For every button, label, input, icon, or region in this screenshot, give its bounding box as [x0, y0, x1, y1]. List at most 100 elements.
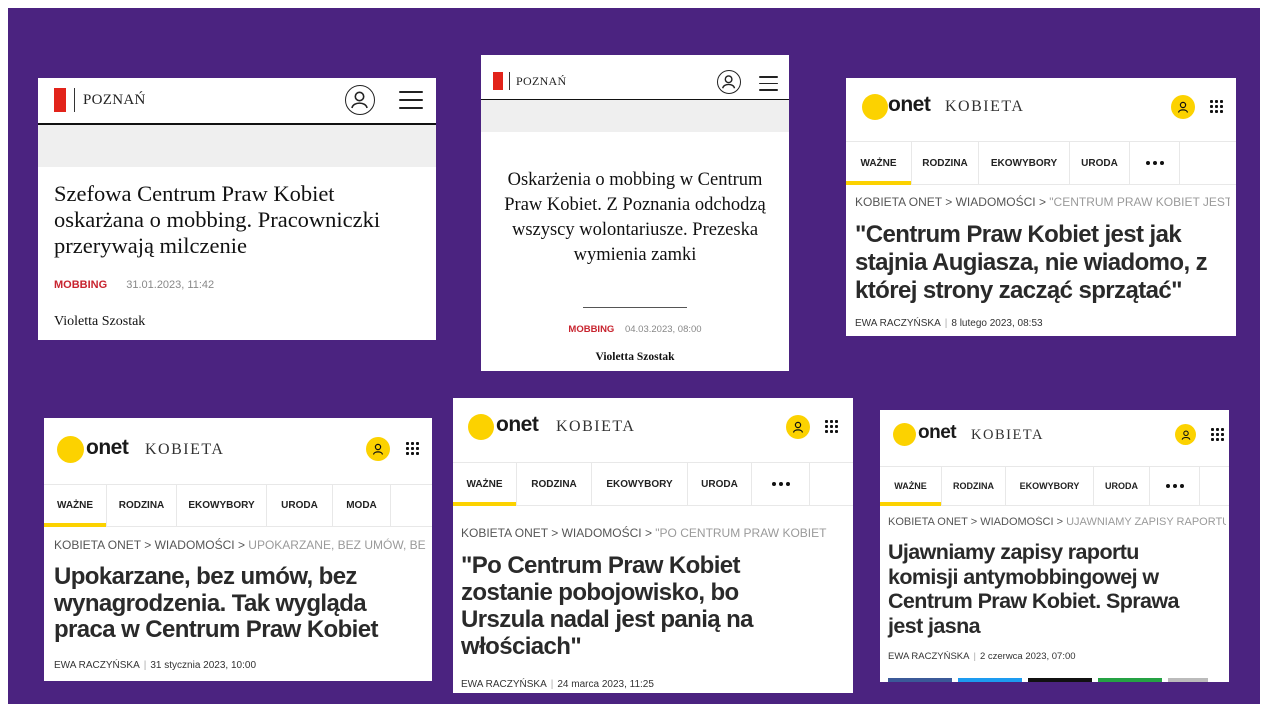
tab-ekowybory[interactable]: EKOWYBORY — [592, 463, 688, 505]
user-icon[interactable] — [1175, 424, 1196, 445]
author-name[interactable]: Violetta Szostak — [54, 314, 145, 330]
article-title[interactable]: Oskarżenia o mobbing w Centrum Praw Kobi… — [501, 168, 769, 268]
tab-rodzina[interactable]: RODZINA — [912, 142, 979, 184]
publish-date: 24 marca 2023, 11:25 — [557, 679, 654, 690]
poznan-logo[interactable]: POZNAŃ — [54, 88, 146, 112]
article-title[interactable]: "Po Centrum Praw Kobiet zostanie pobojow… — [461, 552, 796, 660]
tab-wazne[interactable]: WAŻNE — [44, 485, 107, 527]
section-name[interactable]: KOBIETA — [971, 427, 1044, 444]
tab-rodzina[interactable]: RODZINA — [517, 463, 592, 505]
article-meta: MOBBING 04.03.2023, 08:00 — [481, 324, 789, 335]
breadcrumb: KOBIETA ONET > WIADOMOŚCI > "PO CENTRUM … — [461, 526, 827, 540]
menu-icon[interactable] — [759, 76, 778, 91]
onet-logo-text[interactable]: onet — [918, 422, 957, 444]
section-name[interactable]: KOBIETA — [945, 98, 1024, 116]
user-circle-icon[interactable] — [345, 85, 375, 115]
author-name[interactable]: EWA RACZYŃSKA — [461, 679, 547, 690]
tab-ekowybory[interactable]: EKOWYBORY — [1006, 467, 1094, 505]
more-tabs-icon[interactable] — [752, 463, 810, 505]
site-header: onet KOBIETA — [880, 410, 1229, 466]
red-square-icon — [493, 72, 503, 90]
more-tabs-icon[interactable] — [1150, 467, 1200, 505]
user-icon[interactable] — [1171, 95, 1195, 119]
tab-uroda[interactable]: URODA — [1094, 467, 1150, 505]
article-card-onet-4[interactable]: onet KOBIETA WAŻNE RODZINA EKOWYBORY URO… — [880, 410, 1229, 682]
ad-placeholder — [481, 100, 789, 132]
ad-placeholder — [38, 125, 436, 167]
share-button[interactable] — [1028, 678, 1092, 682]
breadcrumb-link[interactable]: KOBIETA ONET — [888, 516, 968, 528]
user-icon[interactable] — [366, 437, 390, 461]
apps-grid-icon[interactable] — [1210, 100, 1223, 113]
article-title[interactable]: Szefowa Centrum Praw Kobiet oskarżana o … — [54, 181, 424, 259]
publish-date: 04.03.2023, 08:00 — [624, 324, 702, 335]
onet-logo-text[interactable]: onet — [888, 93, 931, 117]
publish-date: 31 stycznia 2023, 10:00 — [150, 660, 257, 671]
tab-uroda[interactable]: URODA — [1070, 142, 1130, 184]
menu-icon[interactable] — [399, 91, 423, 109]
category-tag[interactable]: MOBBING — [568, 324, 614, 335]
site-header: onet KOBIETA — [846, 78, 1236, 142]
logo-divider — [74, 88, 75, 112]
section-name[interactable]: KOBIETA — [145, 441, 224, 459]
breadcrumb-link[interactable]: WIADOMOŚCI — [155, 538, 235, 552]
tab-wazne[interactable]: WAŻNE — [880, 467, 942, 506]
onet-logo-dot-icon — [468, 414, 494, 440]
tab-rodzina[interactable]: RODZINA — [107, 485, 177, 526]
city-label: POZNAŃ — [516, 73, 567, 88]
tab-moda[interactable]: MODA — [333, 485, 391, 526]
author-name[interactable]: Violetta Szostak — [481, 351, 789, 363]
article-card-onet-3[interactable]: onet KOBIETA WAŻNE RODZINA EKOWYBORY URO… — [453, 398, 853, 693]
tab-wazne[interactable]: WAŻNE — [453, 463, 517, 506]
article-title[interactable]: Ujawniamy zapisy raportu komisji antymob… — [888, 540, 1213, 638]
apps-grid-icon[interactable] — [1211, 428, 1224, 441]
breadcrumb-link[interactable]: KOBIETA ONET — [855, 195, 942, 209]
tab-uroda[interactable]: URODA — [267, 485, 333, 526]
article-title[interactable]: Upokarzane, bez umów, bez wynagrodzenia.… — [54, 563, 414, 644]
apps-grid-icon[interactable] — [406, 442, 419, 455]
breadcrumb-link[interactable]: WIADOMOŚCI — [956, 195, 1036, 209]
byline-divider: | — [550, 679, 554, 690]
share-button[interactable] — [888, 678, 952, 682]
breadcrumb-current: "PO CENTRUM PRAW KOBIET — [655, 526, 827, 540]
onet-logo-dot-icon — [893, 423, 916, 446]
breadcrumb-link[interactable]: KOBIETA ONET — [54, 538, 141, 552]
article-card-onet-1[interactable]: onet KOBIETA WAŻNE RODZINA EKOWYBORY URO… — [846, 78, 1236, 336]
tab-uroda[interactable]: URODA — [688, 463, 752, 505]
author-name[interactable]: EWA RACZYŃSKA — [54, 660, 140, 671]
breadcrumb-current: "CENTRUM PRAW KOBIET JEST — [1049, 195, 1230, 209]
onet-logo-text[interactable]: onet — [86, 436, 129, 460]
share-button[interactable] — [1098, 678, 1162, 682]
breadcrumb-link[interactable]: KOBIETA ONET — [461, 526, 548, 540]
breadcrumb-link[interactable]: WIADOMOŚCI — [562, 526, 642, 540]
share-button[interactable] — [1168, 678, 1208, 682]
byline-divider: | — [973, 651, 976, 662]
site-header: POZNAŃ — [38, 78, 436, 125]
share-button[interactable] — [958, 678, 1022, 682]
article-card-onet-2[interactable]: onet KOBIETA WAŻNE RODZINA EKOWYBORY URO… — [44, 418, 432, 681]
tab-ekowybory[interactable]: EKOWYBORY — [177, 485, 267, 526]
tab-rodzina[interactable]: RODZINA — [942, 467, 1006, 505]
article-card-poznan-1[interactable]: POZNAŃ Szefowa Centrum Praw Kobiet oskar… — [38, 78, 436, 340]
article-meta: MOBBING 31.01.2023, 11:42 — [54, 279, 214, 291]
apps-grid-icon[interactable] — [825, 420, 838, 433]
share-buttons-strip — [888, 678, 1208, 682]
more-tabs-icon[interactable] — [1130, 142, 1180, 184]
tab-ekowybory[interactable]: EKOWYBORY — [979, 142, 1070, 184]
category-tag[interactable]: MOBBING — [54, 279, 107, 291]
poznan-logo[interactable]: POZNAŃ — [493, 72, 566, 90]
author-name[interactable]: EWA RACZYŃSKA — [888, 651, 969, 662]
author-name[interactable]: EWA RACZYŃSKA — [855, 318, 941, 329]
onet-logo-text[interactable]: onet — [496, 413, 539, 437]
byline: EWA RACZYŃSKA | 8 lutego 2023, 08:53 — [855, 318, 1043, 329]
tab-wazne[interactable]: WAŻNE — [846, 142, 912, 185]
publish-date: 31.01.2023, 11:42 — [126, 279, 215, 291]
article-title[interactable]: "Centrum Praw Kobiet jest jak stajnia Au… — [855, 221, 1233, 305]
byline-divider: | — [143, 660, 147, 671]
breadcrumb-link[interactable]: WIADOMOŚCI — [980, 516, 1053, 528]
user-icon[interactable] — [786, 415, 810, 439]
user-circle-icon[interactable] — [717, 70, 741, 94]
breadcrumb-current: UPOKARZANE, BEZ UMÓW, BE — [248, 538, 426, 552]
section-name[interactable]: KOBIETA — [556, 418, 635, 436]
article-card-poznan-2[interactable]: POZNAŃ Oskarżenia o mobbing w Centrum Pr… — [481, 55, 789, 371]
